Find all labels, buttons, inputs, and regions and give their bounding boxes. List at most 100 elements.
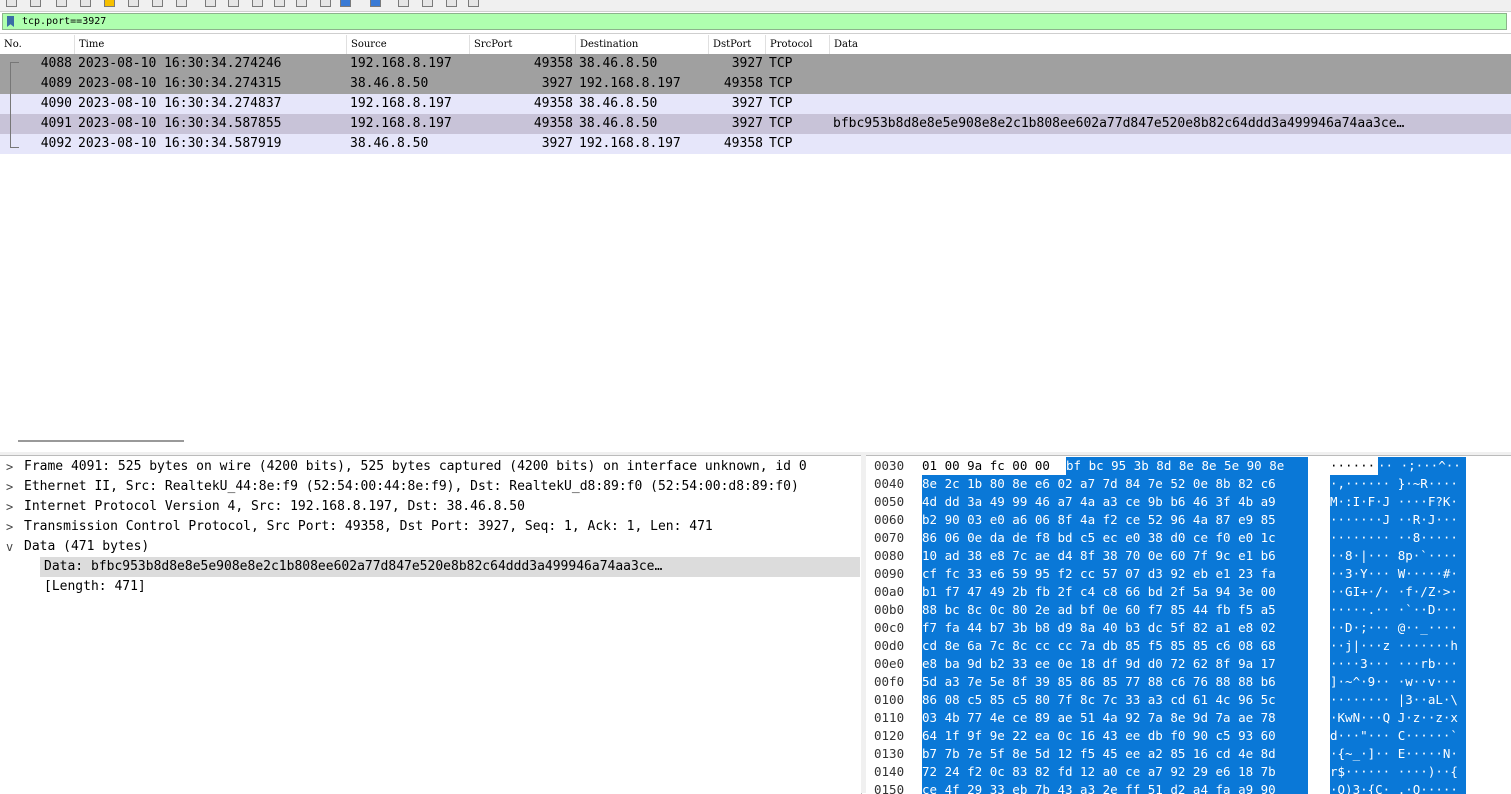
bytes-row[interactable]: 0140 72 24 f2 0c 83 82 fd 12 a0 ce a7 92 … [866, 763, 1511, 781]
column-source[interactable]: Source [347, 35, 470, 54]
detail-frame[interactable]: > Frame 4091: 525 bytes on wire (4200 bi… [0, 457, 861, 477]
magnify-minus-icon[interactable] [446, 0, 457, 7]
bytes-row[interactable]: 0110 03 4b 77 4e ce 89 ae 51 4a 92 7a 8e … [866, 709, 1511, 727]
bytes-row[interactable]: 00f0 5d a3 7e 5e 8f 39 85 86 85 77 88 c6 … [866, 673, 1511, 691]
ascii-selected: ·····.·· ·`··D··· [1330, 601, 1466, 619]
bytes-row[interactable]: 00a0 b1 f7 47 49 2b fb 2f c4 c8 66 bd 2f … [866, 583, 1511, 601]
bytes-row[interactable]: 0120 64 1f 9f 9e 22 ea 0c 16 43 ee db f0 … [866, 727, 1511, 745]
cell-source: 38.46.8.50 [350, 136, 429, 151]
hex-selected: 10 ad 38 e8 7c ae d4 8f 38 70 0e 60 7f 9… [922, 547, 1308, 565]
bytes-row[interactable]: 0050 4d dd 3a 49 99 46 a7 4a a3 ce 9b b6 … [866, 493, 1511, 511]
bookmark-icon[interactable] [7, 16, 14, 27]
detail-data-value-selected[interactable]: Data: bfbc953b8d8e8e5e908e8e2c1b808ee602… [40, 557, 860, 577]
packet-row-selected[interactable]: 4091 2023-08-10 16:30:34.587855 192.168.… [0, 114, 1511, 134]
detail-text: Transmission Control Protocol, Src Port:… [24, 519, 713, 534]
packet-details-pane[interactable]: > Frame 4091: 525 bytes on wire (4200 bi… [0, 455, 862, 794]
byte-offset: 0060 [874, 512, 905, 527]
horizontal-scrollbar[interactable] [18, 440, 184, 442]
open-file-icon[interactable] [6, 0, 17, 7]
display-filter-input[interactable]: tcp.port==3927 [2, 13, 1507, 30]
bytes-row[interactable]: 0040 8e 2c 1b 80 8e e6 02 a7 7d 84 7e 52 … [866, 475, 1511, 493]
close-file-icon[interactable] [56, 0, 67, 7]
bytes-row[interactable]: 0080 10 ad 38 e8 7c ae d4 8f 38 70 0e 60 … [866, 547, 1511, 565]
zoom-out-icon[interactable] [340, 0, 351, 7]
detail-tcp[interactable]: > Transmission Control Protocol, Src Por… [0, 517, 861, 537]
detail-text: [Length: 471] [44, 579, 146, 594]
bytes-row[interactable]: 0100 86 08 c5 85 c5 80 7f 8c 7c 33 a3 cd … [866, 691, 1511, 709]
bytes-row[interactable]: 0090 cf fc 33 e6 59 95 f2 cc 57 07 d3 92 … [866, 565, 1511, 583]
bytes-row[interactable]: 00e0 e8 ba 9d b2 33 ee 0e 18 df 9d d0 72 … [866, 655, 1511, 673]
byte-offset: 0140 [874, 764, 905, 779]
hex-selected: 64 1f 9f 9e 22 ea 0c 16 43 ee db f0 90 c… [922, 727, 1308, 745]
bytes-row[interactable]: 0150 ce 4f 29 33 eb 7b 43 a3 2e ff 51 d2 … [866, 781, 1511, 794]
byte-offset: 00b0 [874, 602, 905, 617]
collapse-arrow-icon[interactable]: v [6, 537, 18, 557]
detail-ethernet[interactable]: > Ethernet II, Src: RealtekU_44:8e:f9 (5… [0, 477, 861, 497]
cell-srcport: 49358 [533, 56, 573, 71]
cell-destination: 192.168.8.197 [579, 76, 681, 91]
column-no[interactable]: No. [0, 35, 75, 54]
ascii-selected: ··3·Y··· W·····#· [1330, 565, 1466, 583]
normal-size-icon[interactable] [370, 0, 381, 7]
packet-row[interactable]: 4090 2023-08-10 16:30:34.274837 192.168.… [0, 94, 1511, 114]
go-to-packet-icon[interactable] [205, 0, 216, 7]
bytes-row[interactable]: 0070 86 06 0e da de f8 bd c5 ec e0 38 d0 … [866, 529, 1511, 547]
cell-source: 192.168.8.197 [350, 116, 452, 131]
packet-row[interactable]: 4089 2023-08-10 16:30:34.274315 38.46.8.… [0, 74, 1511, 94]
ascii-selected: d···"··· C······` [1330, 727, 1466, 745]
cell-destination: 38.46.8.50 [579, 56, 658, 71]
search-icon[interactable] [398, 0, 409, 7]
bytes-row[interactable]: 00b0 88 bc 8c 0c 80 2e ad bf 0e 60 f7 85 … [866, 601, 1511, 619]
bytes-row[interactable]: 0130 b7 7b 7e 5f 8e 5d 12 f5 45 ee a2 85 … [866, 745, 1511, 763]
go-forward-icon[interactable] [176, 0, 187, 7]
colorize-icon[interactable] [296, 0, 307, 7]
packet-list[interactable]: No. Time Source SrcPort Destination DstP… [0, 35, 1511, 435]
resize-columns-icon[interactable] [468, 0, 479, 7]
detail-data-length[interactable]: [Length: 471] [0, 577, 861, 597]
column-destination[interactable]: Destination [576, 35, 709, 54]
expand-arrow-icon[interactable]: > [6, 477, 18, 497]
ascii-selected: ··D·;··· @··_···· [1330, 619, 1466, 637]
reload-icon[interactable] [80, 0, 91, 7]
cell-protocol: TCP [769, 56, 793, 71]
ascii-selected: ]·~^·9·· ·w··v··· [1330, 673, 1466, 691]
column-srcport[interactable]: SrcPort [470, 35, 576, 54]
cell-destination: 192.168.8.197 [579, 136, 681, 151]
bytes-row[interactable]: 0060 b2 90 03 e0 a6 06 8f 4a f2 ce 52 96 … [866, 511, 1511, 529]
detail-ipv4[interactable]: > Internet Protocol Version 4, Src: 192.… [0, 497, 861, 517]
autoscroll-icon[interactable] [274, 0, 285, 7]
hex-selected: cd 8e 6a 7c 8c cc cc 7a db 85 f5 85 85 c… [922, 637, 1308, 655]
main-toolbar [0, 0, 1511, 12]
column-time[interactable]: Time [75, 35, 347, 54]
first-packet-icon[interactable] [228, 0, 239, 7]
column-dstport[interactable]: DstPort [709, 35, 766, 54]
hex-selected: b2 90 03 e0 a6 06 8f 4a f2 ce 52 96 4a 8… [922, 511, 1308, 529]
cell-dstport: 49358 [723, 136, 763, 151]
display-filter-bar: tcp.port==3927 [0, 12, 1511, 34]
detail-data[interactable]: v Data (471 bytes) [0, 537, 861, 557]
packet-bytes-pane[interactable]: 0030 01 00 9a fc 00 00 bf bc 95 3b 8d 8e… [866, 455, 1511, 794]
magnify-plus-icon[interactable] [422, 0, 433, 7]
expand-arrow-icon[interactable]: > [6, 457, 18, 477]
bytes-row[interactable]: 00d0 cd 8e 6a 7c 8c cc cc 7a db 85 f5 85 … [866, 637, 1511, 655]
column-protocol[interactable]: Protocol [766, 35, 830, 54]
go-back-icon[interactable] [152, 0, 163, 7]
find-packet-icon[interactable] [128, 0, 139, 7]
expand-arrow-icon[interactable]: > [6, 517, 18, 537]
last-packet-icon[interactable] [252, 0, 263, 7]
save-file-icon[interactable] [30, 0, 41, 7]
hex-unselected: 01 00 9a fc 00 00 [922, 458, 1050, 473]
cell-dstport: 3927 [731, 56, 763, 71]
zoom-in-icon[interactable] [320, 0, 331, 7]
packet-row[interactable]: 4092 2023-08-10 16:30:34.587919 38.46.8.… [0, 134, 1511, 154]
packet-row[interactable]: 4088 2023-08-10 16:30:34.274246 192.168.… [0, 54, 1511, 74]
column-data[interactable]: Data [830, 35, 1511, 54]
hex-selected: 4d dd 3a 49 99 46 a7 4a a3 ce 9b b6 46 3… [922, 493, 1308, 511]
expand-arrow-icon[interactable]: > [6, 497, 18, 517]
cell-protocol: TCP [769, 136, 793, 151]
folder-icon[interactable] [104, 0, 115, 7]
bytes-row[interactable]: 0030 01 00 9a fc 00 00 bf bc 95 3b 8d 8e… [866, 457, 1511, 475]
ascii-selected: ··GI+·/· ·f·/Z·>· [1330, 583, 1466, 601]
ascii-selected: ·KwN···Q J·z··z·x [1330, 709, 1466, 727]
bytes-row[interactable]: 00c0 f7 fa 44 b7 3b b8 d9 8a 40 b3 dc 5f … [866, 619, 1511, 637]
